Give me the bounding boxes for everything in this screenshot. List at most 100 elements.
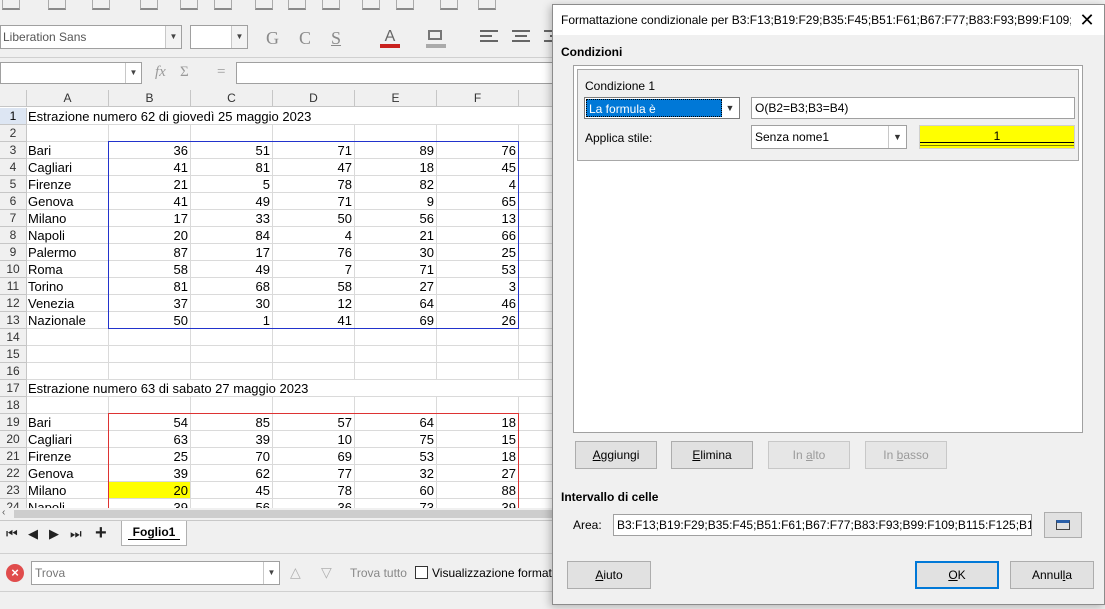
- number-cell[interactable]: 36: [109, 142, 191, 159]
- row-header[interactable]: 11: [0, 278, 27, 295]
- number-cell[interactable]: 64: [355, 414, 437, 431]
- number-cell[interactable]: 12: [273, 295, 355, 312]
- row-header[interactable]: 13: [0, 312, 27, 329]
- align-left-icon[interactable]: [480, 30, 498, 46]
- number-cell[interactable]: 51: [191, 142, 273, 159]
- area-input[interactable]: B3:F13;B19:F29;B35:F45;B51:F61;B67:F77;B…: [613, 514, 1032, 536]
- number-cell[interactable]: 73: [355, 499, 437, 508]
- row-header[interactable]: 1: [0, 108, 27, 125]
- number-cell[interactable]: 75: [355, 431, 437, 448]
- number-cell[interactable]: 64: [355, 295, 437, 312]
- number-cell[interactable]: 89: [355, 142, 437, 159]
- chevron-down-icon[interactable]: ▼: [125, 63, 141, 83]
- help-button[interactable]: Aiuto: [567, 561, 651, 589]
- empty-cell[interactable]: [109, 397, 191, 414]
- row-header[interactable]: 6: [0, 193, 27, 210]
- empty-cell[interactable]: [27, 363, 109, 380]
- empty-cell[interactable]: [109, 363, 191, 380]
- number-cell[interactable]: 60: [355, 482, 437, 499]
- highlight-color-icon[interactable]: [424, 28, 448, 48]
- row-header[interactable]: 4: [0, 159, 27, 176]
- empty-cell[interactable]: [109, 329, 191, 346]
- city-cell[interactable]: Genova: [27, 465, 109, 482]
- number-cell[interactable]: 88: [437, 482, 519, 499]
- select-all-corner[interactable]: [0, 90, 27, 107]
- paste-icon[interactable]: [322, 0, 340, 10]
- number-cell[interactable]: 17: [191, 244, 273, 261]
- find-all-button[interactable]: Trova tutto: [350, 566, 407, 580]
- number-cell[interactable]: 18: [355, 159, 437, 176]
- empty-cell[interactable]: [355, 397, 437, 414]
- chevron-down-icon[interactable]: ▼: [165, 26, 181, 48]
- cut-icon[interactable]: [255, 0, 273, 10]
- move-up-button[interactable]: In alto: [768, 441, 850, 469]
- number-cell[interactable]: 36: [273, 499, 355, 508]
- row-header[interactable]: 22: [0, 465, 27, 482]
- condition-formula-input[interactable]: O(B2=B3;B3=B4): [751, 97, 1075, 119]
- empty-cell[interactable]: [355, 329, 437, 346]
- number-cell[interactable]: 69: [355, 312, 437, 329]
- shrink-dialog-button[interactable]: [1044, 512, 1082, 538]
- delete-button[interactable]: Elimina: [671, 441, 753, 469]
- number-cell[interactable]: 78: [273, 482, 355, 499]
- row-header[interactable]: 2: [0, 125, 27, 142]
- export-pdf-icon[interactable]: [140, 0, 158, 10]
- chevron-down-icon[interactable]: ▼: [231, 26, 247, 48]
- number-cell[interactable]: 70: [191, 448, 273, 465]
- number-cell[interactable]: 4: [273, 227, 355, 244]
- find-next-icon[interactable]: ▽: [321, 564, 332, 581]
- empty-cell[interactable]: [191, 397, 273, 414]
- number-cell[interactable]: 4: [437, 176, 519, 193]
- title-cell[interactable]: Estrazione numero 62 di giovedì 25 maggi…: [27, 108, 311, 125]
- open-icon[interactable]: [48, 0, 66, 10]
- align-center-icon[interactable]: [512, 30, 530, 46]
- number-cell[interactable]: 39: [109, 465, 191, 482]
- empty-cell[interactable]: [27, 125, 109, 142]
- next-sheet-icon[interactable]: ▶: [49, 526, 59, 542]
- number-cell[interactable]: 25: [437, 244, 519, 261]
- empty-cell[interactable]: [355, 125, 437, 142]
- empty-cell[interactable]: [437, 397, 519, 414]
- city-cell[interactable]: Milano: [27, 482, 109, 499]
- show-formatting-checkbox[interactable]: Visualizzazione formatt: [415, 566, 555, 580]
- city-cell[interactable]: Nazionale: [27, 312, 109, 329]
- number-cell[interactable]: 78: [273, 176, 355, 193]
- number-cell[interactable]: 18: [437, 448, 519, 465]
- city-cell[interactable]: Palermo: [27, 244, 109, 261]
- number-cell[interactable]: 49: [191, 261, 273, 278]
- style-select[interactable]: Senza nome1 ▼: [751, 125, 907, 149]
- number-cell[interactable]: 54: [109, 414, 191, 431]
- number-cell[interactable]: 30: [191, 295, 273, 312]
- sum-icon[interactable]: Σ: [180, 64, 189, 81]
- close-icon[interactable]: ✕: [1075, 9, 1099, 31]
- previous-sheet-icon[interactable]: ◀: [28, 526, 38, 542]
- redo-icon[interactable]: [478, 0, 496, 10]
- chevron-down-icon[interactable]: ▼: [263, 562, 279, 584]
- condition-type-select[interactable]: La formula è ▼: [584, 97, 740, 119]
- empty-cell[interactable]: [437, 329, 519, 346]
- font-name-combo[interactable]: Liberation Sans ▼: [0, 25, 182, 49]
- city-cell[interactable]: Milano: [27, 210, 109, 227]
- city-cell[interactable]: Firenze: [27, 448, 109, 465]
- column-header-b[interactable]: B: [109, 90, 191, 107]
- clear-formatting-icon[interactable]: [396, 0, 414, 10]
- city-cell[interactable]: Cagliari: [27, 159, 109, 176]
- row-header[interactable]: 5: [0, 176, 27, 193]
- row-header[interactable]: 14: [0, 329, 27, 346]
- chevron-down-icon[interactable]: ▼: [721, 98, 739, 118]
- number-cell[interactable]: 17: [109, 210, 191, 227]
- number-cell[interactable]: 41: [273, 312, 355, 329]
- number-cell[interactable]: 47: [273, 159, 355, 176]
- number-cell[interactable]: 63: [109, 431, 191, 448]
- number-cell[interactable]: 81: [191, 159, 273, 176]
- city-cell[interactable]: Venezia: [27, 295, 109, 312]
- row-header[interactable]: 17: [0, 380, 27, 397]
- number-cell[interactable]: 49: [191, 193, 273, 210]
- column-header-d[interactable]: D: [273, 90, 355, 107]
- row-header[interactable]: 23: [0, 482, 27, 499]
- number-cell[interactable]: 26: [437, 312, 519, 329]
- scrollbar-thumb[interactable]: [14, 510, 554, 518]
- row-header[interactable]: 10: [0, 261, 27, 278]
- condition-1-panel[interactable]: Condizione 1 La formula è ▼ O(B2=B3;B3=B…: [577, 69, 1079, 161]
- number-cell[interactable]: 84: [191, 227, 273, 244]
